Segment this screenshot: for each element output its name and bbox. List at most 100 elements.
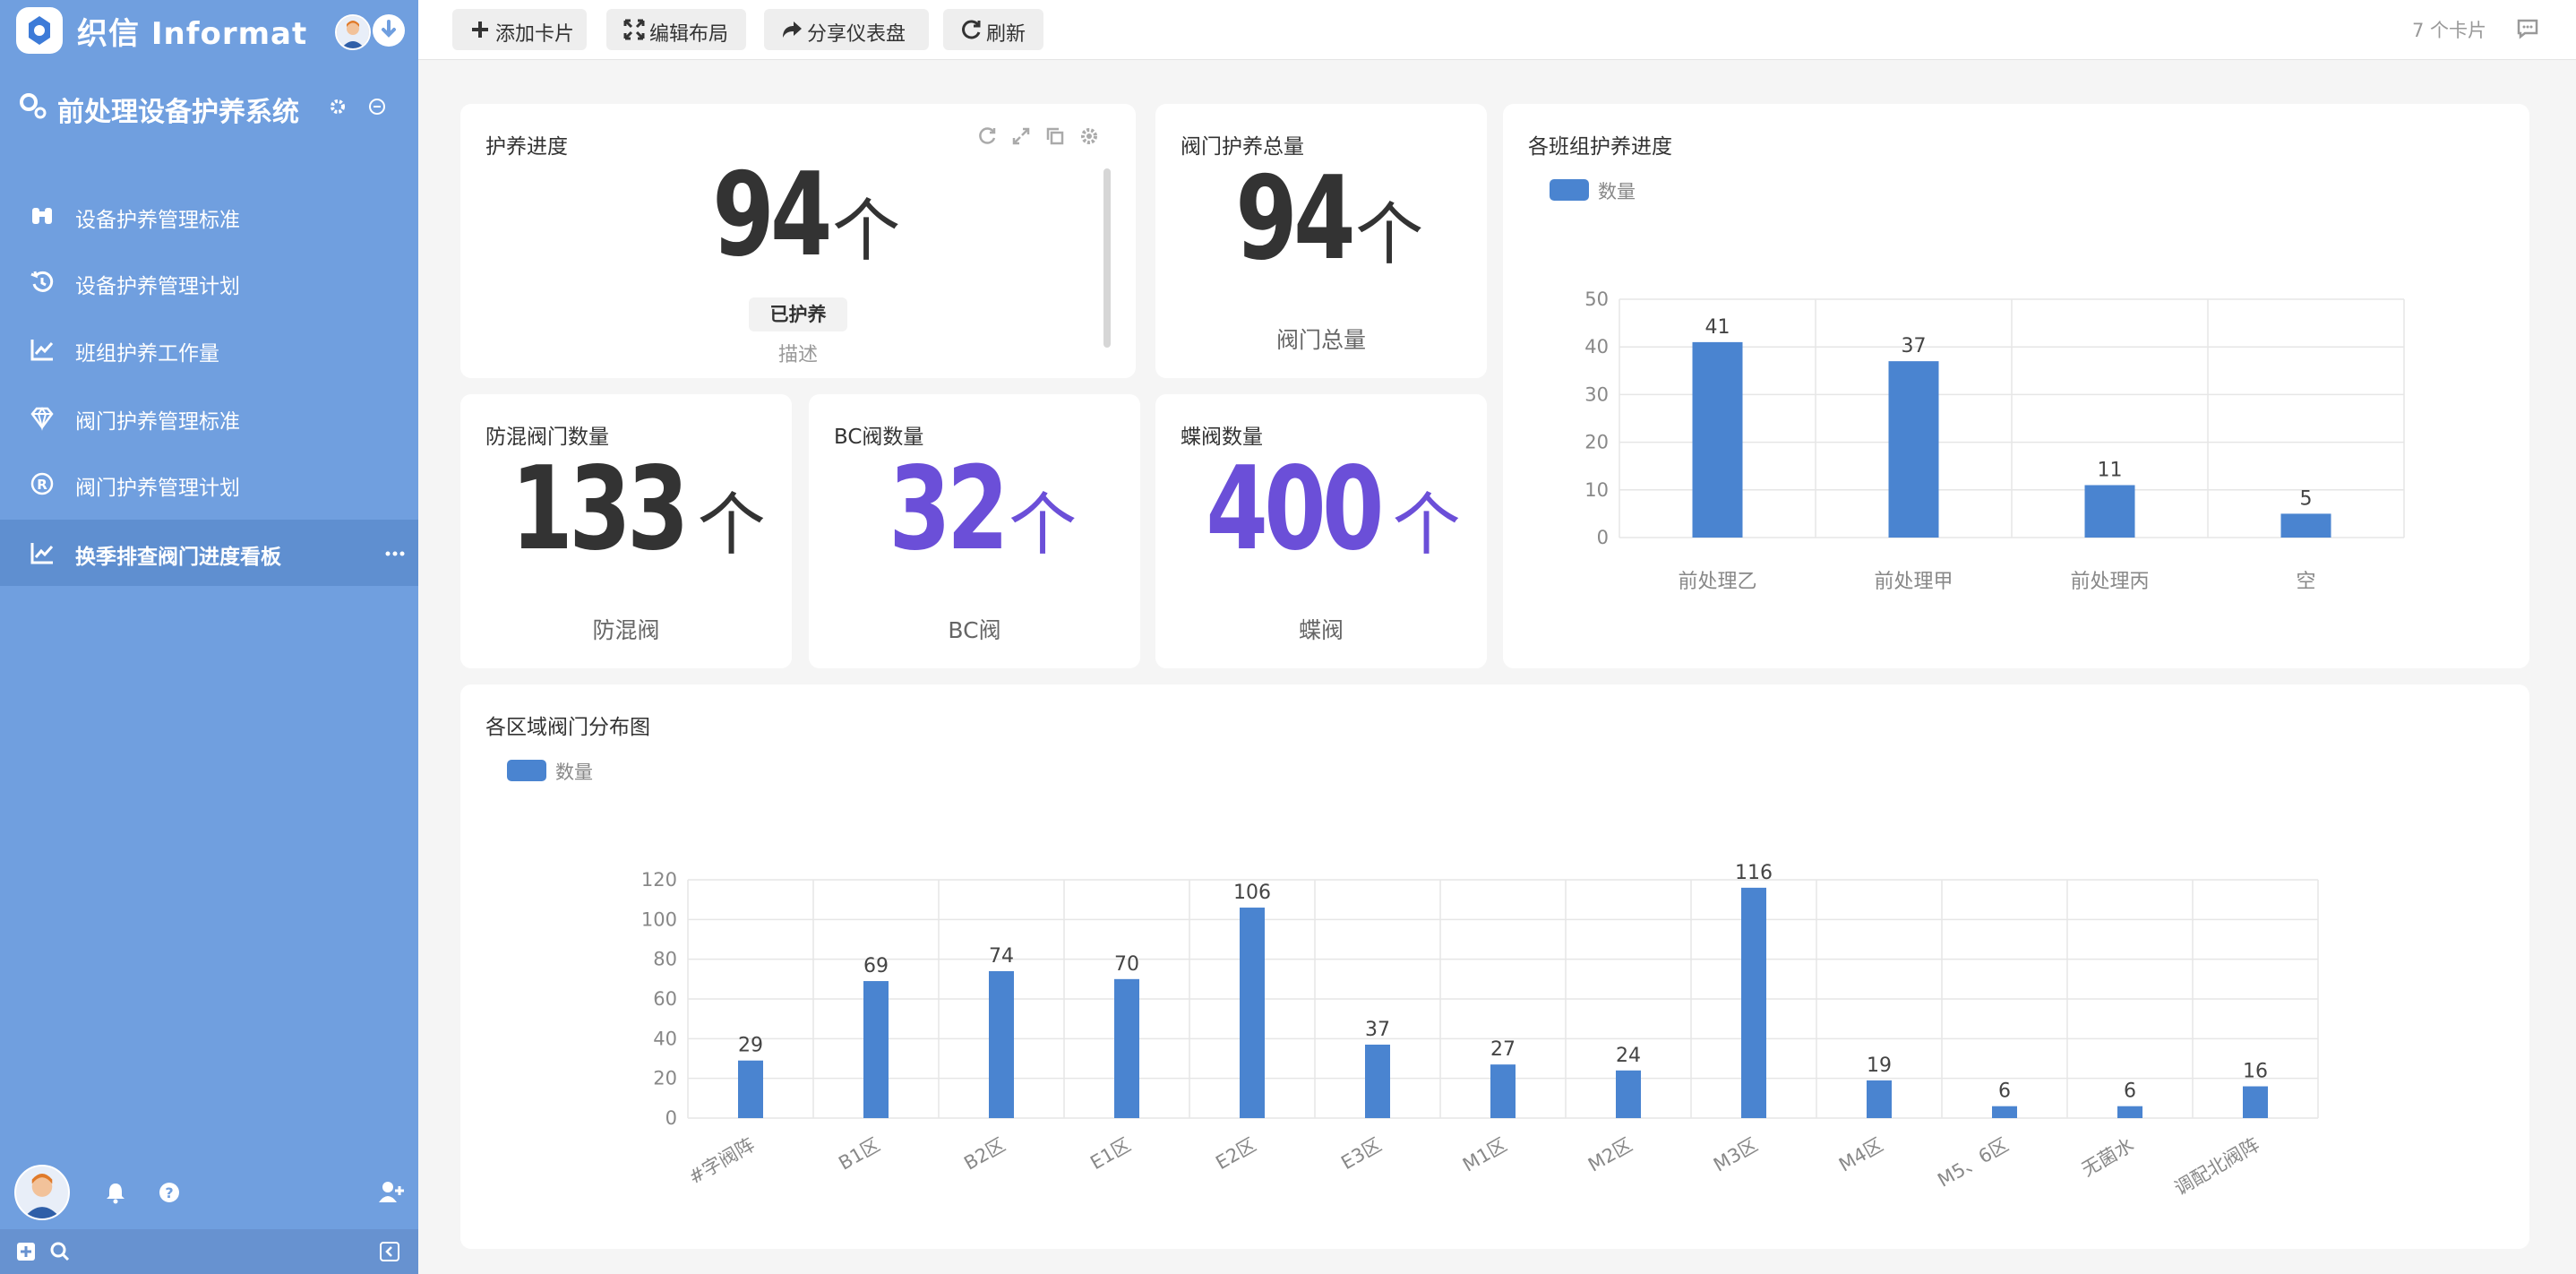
- unit: 个: [1009, 485, 1078, 564]
- data-label: 16: [2243, 1061, 2268, 1083]
- logo-icon: [16, 7, 63, 54]
- data-label: 69: [863, 955, 889, 977]
- refresh-label: 刷新: [986, 23, 1026, 46]
- data-label: 27: [1490, 1038, 1516, 1061]
- bar: [1365, 1044, 1390, 1118]
- scrollbar[interactable]: [1103, 168, 1111, 348]
- collapse-circle-icon[interactable]: [367, 97, 387, 116]
- value: 400: [1206, 443, 1385, 576]
- bar: [2280, 513, 2331, 538]
- share-dashboard-button[interactable]: 分享仪表盘: [764, 9, 929, 50]
- bar: [2084, 485, 2135, 538]
- bar: [1616, 1070, 1641, 1118]
- x-tick-label: M3区: [1710, 1134, 1761, 1176]
- comment-icon[interactable]: [2516, 18, 2539, 39]
- data-label: 5: [2300, 487, 2313, 510]
- x-tick-label: M1区: [1459, 1134, 1510, 1176]
- data-label: 6: [2124, 1080, 2136, 1103]
- data-label: 106: [1233, 882, 1271, 904]
- add-user-icon[interactable]: [378, 1179, 405, 1204]
- sidebar-item-valve-plan[interactable]: R 阀门护养管理计划: [0, 451, 418, 517]
- sidebar-item-team-workload[interactable]: 班组护养工作量: [0, 316, 418, 383]
- value: 133: [511, 443, 690, 576]
- unit: 个: [697, 485, 766, 564]
- copy-icon[interactable]: [1044, 125, 1066, 147]
- svg-text:R: R: [37, 477, 47, 493]
- registered-icon: R: [30, 472, 54, 495]
- data-label: 19: [1867, 1054, 1892, 1077]
- settings-icon[interactable]: [328, 97, 348, 116]
- history-icon: [30, 271, 54, 292]
- refresh-button[interactable]: 刷新: [943, 9, 1043, 50]
- y-tick-label: 40: [1584, 336, 1609, 357]
- x-tick-label: B2区: [960, 1134, 1009, 1175]
- help-icon[interactable]: ?: [158, 1181, 181, 1204]
- bar: [1867, 1080, 1892, 1118]
- mixproof-valve-card[interactable]: 防混阀门数量 133 个 防混阀: [460, 394, 792, 668]
- y-tick-label: 80: [653, 949, 677, 970]
- unit: 个: [832, 191, 901, 271]
- download-icon[interactable]: [373, 14, 405, 47]
- settings-icon[interactable]: [1078, 125, 1100, 147]
- x-tick-label: E3区: [1337, 1134, 1385, 1175]
- svg-text:?: ?: [165, 1184, 173, 1201]
- sidebar: 织信 Informat 前处理设备护养系统 设备护养管理标准 设备护养管理计划 …: [0, 0, 418, 1274]
- big-number: 32个: [809, 443, 1140, 576]
- add-square-icon[interactable]: [16, 1242, 36, 1261]
- bar: [1992, 1106, 2017, 1118]
- sidebar-item-label: 换季排查阀门进度看板: [75, 546, 281, 569]
- maintenance-progress-card[interactable]: 护养进度 94个 已护养 描述: [460, 104, 1136, 378]
- bar: [863, 981, 889, 1118]
- sidebar-item-valve-progress-board[interactable]: 换季排查阀门进度看板: [0, 520, 418, 586]
- card-count: 7 个卡片: [2412, 20, 2487, 41]
- unit: 个: [1355, 194, 1424, 274]
- collapse-sidebar-icon[interactable]: [380, 1242, 399, 1261]
- butterfly-valve-card[interactable]: 蝶阀数量 400 个 蝶阀: [1155, 394, 1487, 668]
- sidebar-item-valve-standard[interactable]: 阀门护养管理标准: [0, 384, 418, 451]
- data-label: 74: [989, 945, 1014, 968]
- data-label: 6: [1998, 1080, 2011, 1103]
- logo-row: 织信 Informat: [16, 5, 410, 56]
- toolbar: 添加卡片 编辑布局 分享仪表盘 刷新 7 个卡片: [418, 0, 2576, 60]
- big-number: 94个: [1155, 152, 1487, 286]
- data-label: 70: [1114, 953, 1139, 976]
- add-card-label: 添加卡片: [495, 23, 575, 46]
- sidebar-user-bar: ?: [0, 1161, 418, 1227]
- edit-layout-button[interactable]: 编辑布局: [606, 9, 746, 50]
- bar: [2243, 1086, 2268, 1118]
- sidebar-item-equipment-plan[interactable]: 设备护养管理计划: [0, 249, 418, 315]
- bar: [1114, 978, 1139, 1118]
- expand-icon[interactable]: [1010, 125, 1032, 147]
- x-tick-label: 调配北阀阵: [2171, 1134, 2263, 1200]
- sidebar-item-equipment-standard[interactable]: 设备护养管理标准: [0, 183, 418, 249]
- bell-icon[interactable]: [104, 1181, 127, 1204]
- share-dashboard-label: 分享仪表盘: [807, 23, 906, 46]
- logo-text: 织信 Informat: [77, 16, 308, 52]
- search-icon[interactable]: [50, 1242, 70, 1261]
- y-tick-label: 10: [1584, 479, 1609, 501]
- more-icon[interactable]: [385, 550, 405, 557]
- y-tick-label: 20: [1584, 432, 1609, 453]
- bc-valve-card[interactable]: BC阀数量 32个 BC阀: [809, 394, 1140, 668]
- y-tick-label: 0: [665, 1107, 677, 1129]
- refresh-icon[interactable]: [976, 125, 998, 147]
- data-label: 37: [1365, 1019, 1390, 1041]
- sidebar-footer: [0, 1229, 418, 1274]
- area-distribution-chart-card[interactable]: 各区域阀门分布图 数量 0 20 40 60 80 100 120 29 #字阀阵 69 B1区 74…: [460, 684, 2529, 1249]
- system-title-row: 前处理设备护养系统: [18, 82, 412, 133]
- x-tick-label: M2区: [1584, 1134, 1636, 1176]
- add-card-button[interactable]: 添加卡片: [452, 9, 587, 50]
- team-progress-chart-card[interactable]: 各班组护养进度 数量 0 10 20 30 40 50 41 前处理乙 37 前处理甲 11 前处理丙…: [1503, 104, 2529, 668]
- bar: [1692, 341, 1743, 538]
- valve-total-card[interactable]: 阀门护养总量 94个 阀门总量: [1155, 104, 1487, 378]
- bar: [1490, 1064, 1516, 1118]
- x-tick-label: 前处理甲: [1874, 571, 1953, 593]
- refresh-icon: [962, 20, 981, 39]
- avatar[interactable]: [14, 1165, 70, 1220]
- card-description: 描述: [777, 344, 818, 366]
- x-tick-label: #字阀阵: [685, 1134, 759, 1189]
- y-tick-label: 100: [641, 908, 677, 930]
- data-label: 24: [1616, 1045, 1641, 1067]
- user-avatar[interactable]: [335, 14, 371, 50]
- plus-icon: [472, 22, 488, 38]
